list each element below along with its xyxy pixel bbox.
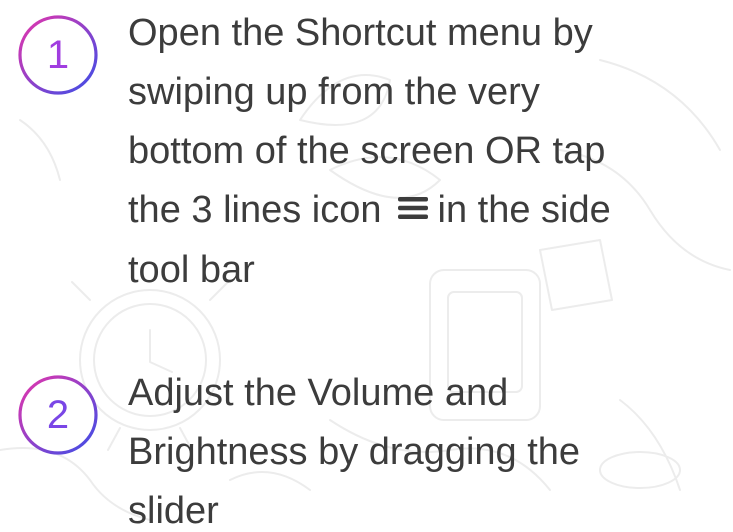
step-2-text: Adjust the Volume and Brightness by drag…	[128, 364, 728, 532]
step-1-number-badge: 1	[10, 4, 106, 100]
step-2-number: 2	[46, 393, 70, 437]
step-1-number: 1	[46, 33, 70, 77]
menu-icon	[397, 178, 428, 237]
step-1-line-4-start: the 3 lines icon	[128, 189, 382, 231]
step-1-line-4-end: in the side	[437, 189, 611, 231]
step-1-line-1: Open the Shortcut menu by	[128, 12, 593, 54]
step-1-line-4: the 3 lines icon in the side	[128, 181, 728, 241]
step-1-line-5: tool bar	[128, 249, 255, 292]
step-1-text: Open the Shortcut menu by swiping up fro…	[128, 4, 728, 300]
step-1-line-2: swiping up from the very	[128, 71, 540, 113]
step-1-line-3: bottom of the screen OR tap	[128, 130, 606, 172]
instructions-page: 1 Open the Shortcut menu by swiping up f…	[0, 0, 733, 532]
step-2-line-3: slider	[128, 490, 219, 532]
step-2-line-1: Adjust the Volume and	[128, 372, 509, 414]
step-2-line-2: Brightness by dragging the	[128, 431, 581, 473]
step-2-number-badge: 2	[10, 364, 106, 460]
